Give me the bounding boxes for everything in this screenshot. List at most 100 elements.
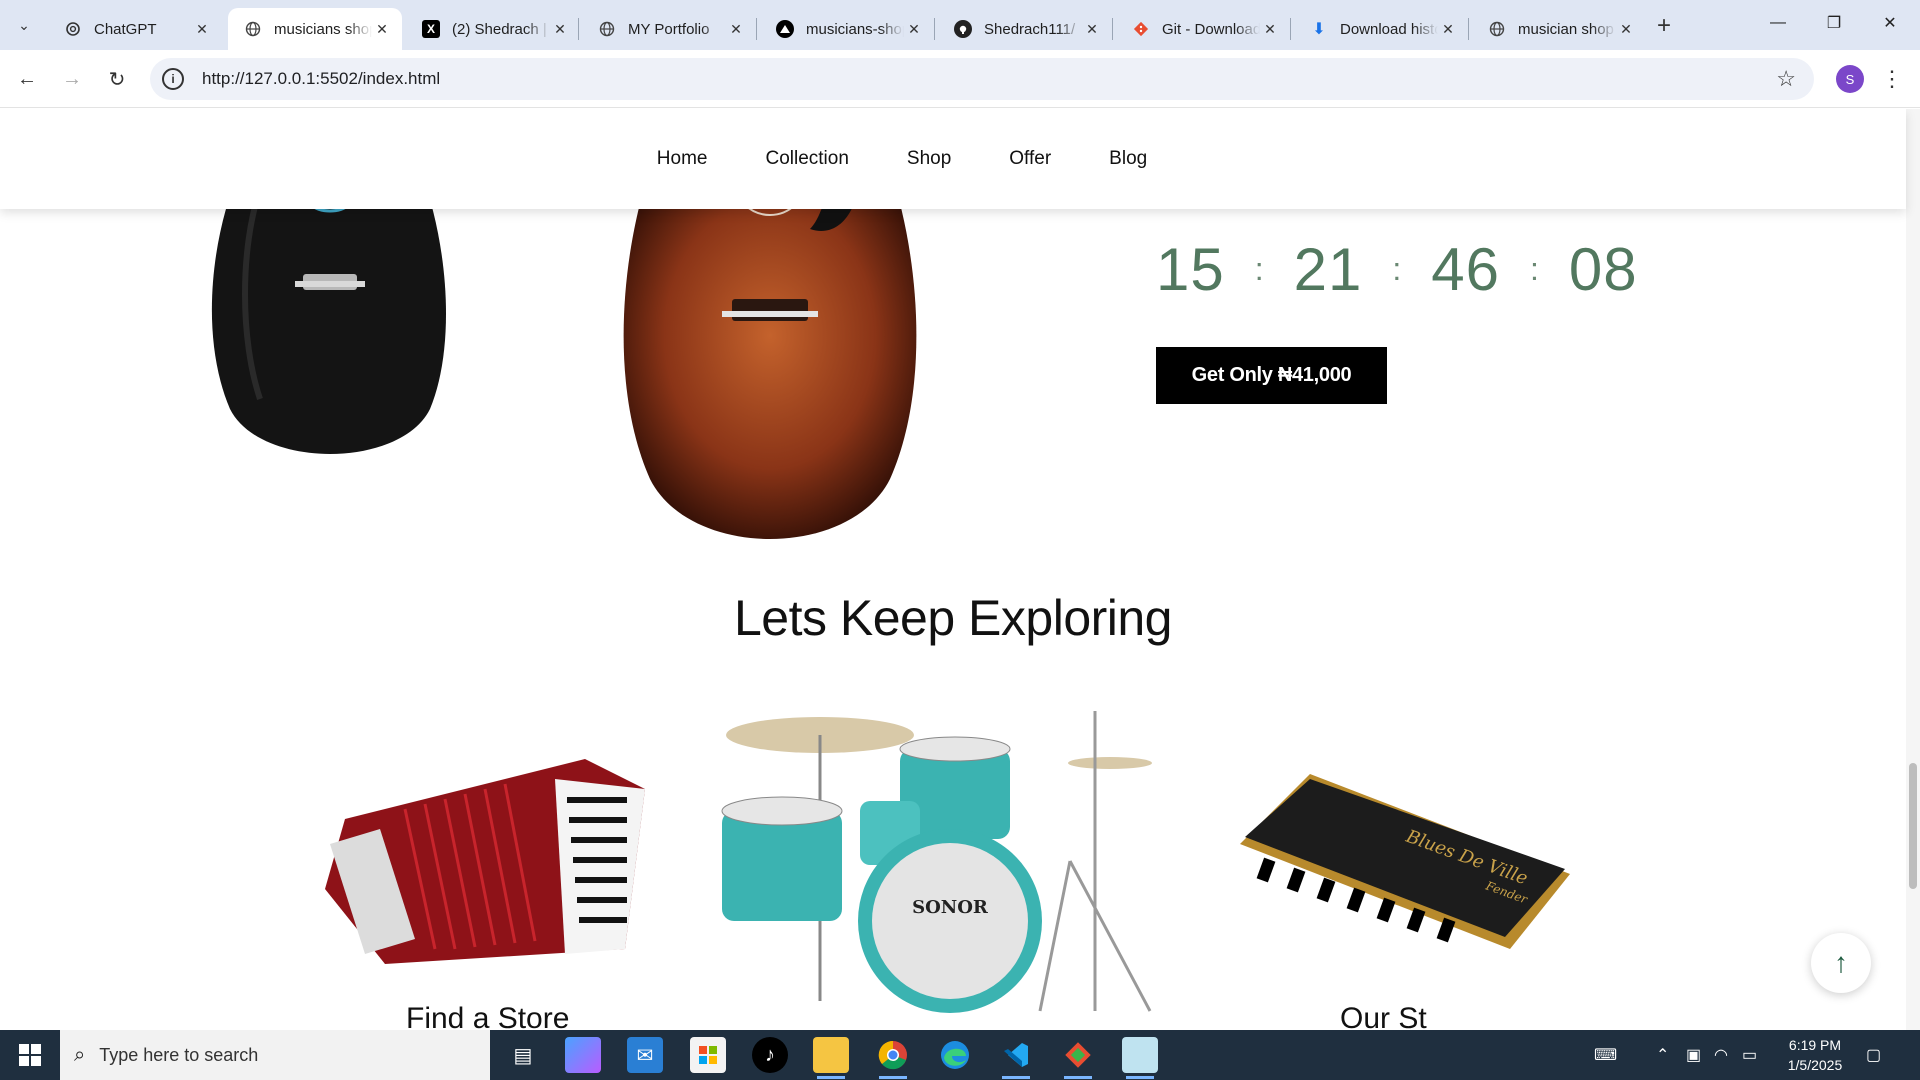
restore-button[interactable]: ❐: [1806, 0, 1862, 46]
tab-title: Git - Downloads: [1162, 20, 1260, 38]
offer-countdown: 15 : 21 : 46 : 08: [1156, 235, 1638, 304]
browser-tab-strip: ⌄ ChatGPT ✕ musicians shop ✕ X (2) Shedr…: [0, 0, 1920, 50]
back-button[interactable]: ←: [12, 64, 42, 94]
tiktok-icon[interactable]: ♪: [752, 1037, 788, 1073]
minimize-icon: —: [1770, 14, 1786, 31]
notifications-icon[interactable]: ▢: [1866, 1030, 1881, 1080]
taskbar-search-placeholder: Type here to search: [99, 1044, 259, 1065]
reload-icon: ↻: [108, 68, 126, 91]
tab-my-portfolio[interactable]: MY Portfolio ✕: [582, 8, 756, 50]
drum-brand-text: SONOR: [912, 897, 989, 918]
close-icon[interactable]: ✕: [904, 19, 924, 39]
arrow-up-icon: ↑: [1834, 947, 1848, 978]
reload-button[interactable]: ↻: [102, 64, 132, 94]
nav-blog[interactable]: Blog: [1109, 148, 1149, 170]
microsoft-store-icon[interactable]: [690, 1037, 726, 1073]
start-button[interactable]: [0, 1030, 60, 1080]
tab-title: (2) Shedrach | X: [452, 20, 550, 38]
countdown-minutes: 21: [1293, 236, 1363, 303]
tab-separator: [578, 18, 579, 40]
close-icon[interactable]: ✕: [1260, 19, 1280, 39]
device-icon[interactable]: ▣: [1686, 1030, 1701, 1080]
scroll-to-top-button[interactable]: ↑: [1811, 933, 1871, 993]
profile-avatar[interactable]: S: [1836, 65, 1864, 93]
edge-icon[interactable]: [937, 1037, 973, 1073]
file-explorer-icon[interactable]: [813, 1037, 849, 1079]
tab-title: ChatGPT: [94, 20, 157, 38]
taskbar-clock[interactable]: 6:19 PM 1/5/2025: [1770, 1035, 1860, 1075]
tab-chatgpt[interactable]: ChatGPT ✕: [48, 8, 222, 50]
notepad-icon[interactable]: [1122, 1037, 1158, 1079]
github-icon: [954, 20, 972, 38]
network-icon[interactable]: ◠: [1714, 1030, 1728, 1080]
close-icon[interactable]: ✕: [726, 19, 746, 39]
tab-musicians-shop-vercel[interactable]: musicians-shop ✕: [760, 8, 934, 50]
countdown-separator: :: [1530, 251, 1539, 287]
bookmark-star-icon[interactable]: ☆: [1776, 66, 1796, 92]
globe-icon: [1488, 20, 1506, 38]
tab-separator: [1112, 18, 1113, 40]
task-view-icon[interactable]: ▤: [505, 1037, 541, 1073]
get-offer-button[interactable]: Get Only ₦41,000: [1156, 347, 1387, 404]
restore-icon: ❐: [1826, 15, 1842, 32]
tab-separator: [756, 18, 757, 40]
tab-title: Shedrach111/: [984, 20, 1076, 38]
sunburst-guitar-image: [623, 169, 917, 539]
copilot-icon[interactable]: [565, 1037, 601, 1073]
tab-download-history[interactable]: ⬇ Download history ✕: [1294, 8, 1468, 50]
harmonica-image: Blues De Ville Fender: [1240, 774, 1570, 949]
page-scrollbar[interactable]: [1906, 109, 1920, 1030]
vscode-icon[interactable]: [998, 1037, 1034, 1079]
tab-separator: [934, 18, 935, 40]
tab-search-button[interactable]: ⌄: [10, 11, 38, 39]
accordion-image: [325, 759, 645, 964]
windows-taskbar: ⌕ Type here to search ▤ ✉ ♪ ⌨ ⌃ ▣ ◠ ▭ 6:…: [0, 1030, 1920, 1080]
tab-x-shedrach[interactable]: X (2) Shedrach | X ✕: [406, 8, 580, 50]
close-icon[interactable]: ✕: [192, 19, 212, 39]
close-icon[interactable]: ✕: [550, 19, 570, 39]
countdown-frames: 08: [1568, 236, 1638, 303]
tab-git-downloads[interactable]: Git - Downloads ✕: [1116, 8, 1290, 50]
url-text[interactable]: http://127.0.0.1:5502/index.html: [202, 69, 440, 89]
close-icon[interactable]: ✕: [1616, 19, 1636, 39]
clock-time: 6:19 PM: [1788, 1037, 1842, 1053]
nav-shop[interactable]: Shop: [907, 148, 953, 170]
card-label-our-store[interactable]: Our St: [1340, 1002, 1427, 1030]
tab-title: Download history: [1340, 20, 1438, 38]
nav-home[interactable]: Home: [657, 148, 710, 170]
close-icon: ✕: [1883, 15, 1897, 32]
site-navbar: Home Collection Shop Offer Blog: [0, 109, 1906, 209]
tab-musicians-shop-active[interactable]: musicians shop ✕: [228, 8, 402, 50]
taskbar-search[interactable]: ⌕ Type here to search: [60, 1030, 490, 1080]
page-viewport: Home Collection Shop Offer Blog 15 : 21: [0, 109, 1920, 1030]
tab-separator: [1290, 18, 1291, 40]
forward-button[interactable]: →: [57, 64, 87, 94]
minimize-button[interactable]: —: [1750, 0, 1806, 46]
language-bar-icon[interactable]: ⌨: [1594, 1030, 1617, 1080]
mail-icon[interactable]: ✉: [627, 1037, 663, 1073]
site-info-icon[interactable]: i: [162, 68, 184, 90]
globe-icon: [598, 20, 616, 38]
git-gui-icon[interactable]: [1060, 1037, 1096, 1079]
show-hidden-icons[interactable]: ⌃: [1656, 1030, 1669, 1080]
plus-icon: +: [1656, 12, 1671, 39]
new-tab-button[interactable]: +: [1650, 12, 1678, 40]
tab-github[interactable]: Shedrach111/ ✕: [938, 8, 1112, 50]
tab-title: musician shop: [1518, 20, 1614, 38]
scrollbar-thumb[interactable]: [1909, 763, 1917, 889]
close-icon[interactable]: ✕: [1438, 19, 1458, 39]
globe-icon: [244, 20, 262, 38]
tab-title: MY Portfolio: [628, 20, 710, 38]
close-icon[interactable]: ✕: [1082, 19, 1102, 39]
address-bar[interactable]: i http://127.0.0.1:5502/index.html ☆: [150, 58, 1814, 100]
battery-icon[interactable]: ▭: [1742, 1030, 1757, 1080]
close-icon[interactable]: ✕: [372, 19, 392, 39]
close-window-button[interactable]: ✕: [1862, 0, 1918, 46]
chrome-icon[interactable]: [875, 1037, 911, 1079]
card-label-find-store[interactable]: Find a Store: [406, 1002, 569, 1030]
nav-offer[interactable]: Offer: [1009, 148, 1053, 170]
countdown-separator: :: [1254, 251, 1264, 287]
nav-collection[interactable]: Collection: [765, 148, 850, 170]
tab-musician-shop[interactable]: musician shop ✕: [1472, 8, 1646, 50]
browser-menu-icon[interactable]: ⋮: [1880, 64, 1904, 94]
